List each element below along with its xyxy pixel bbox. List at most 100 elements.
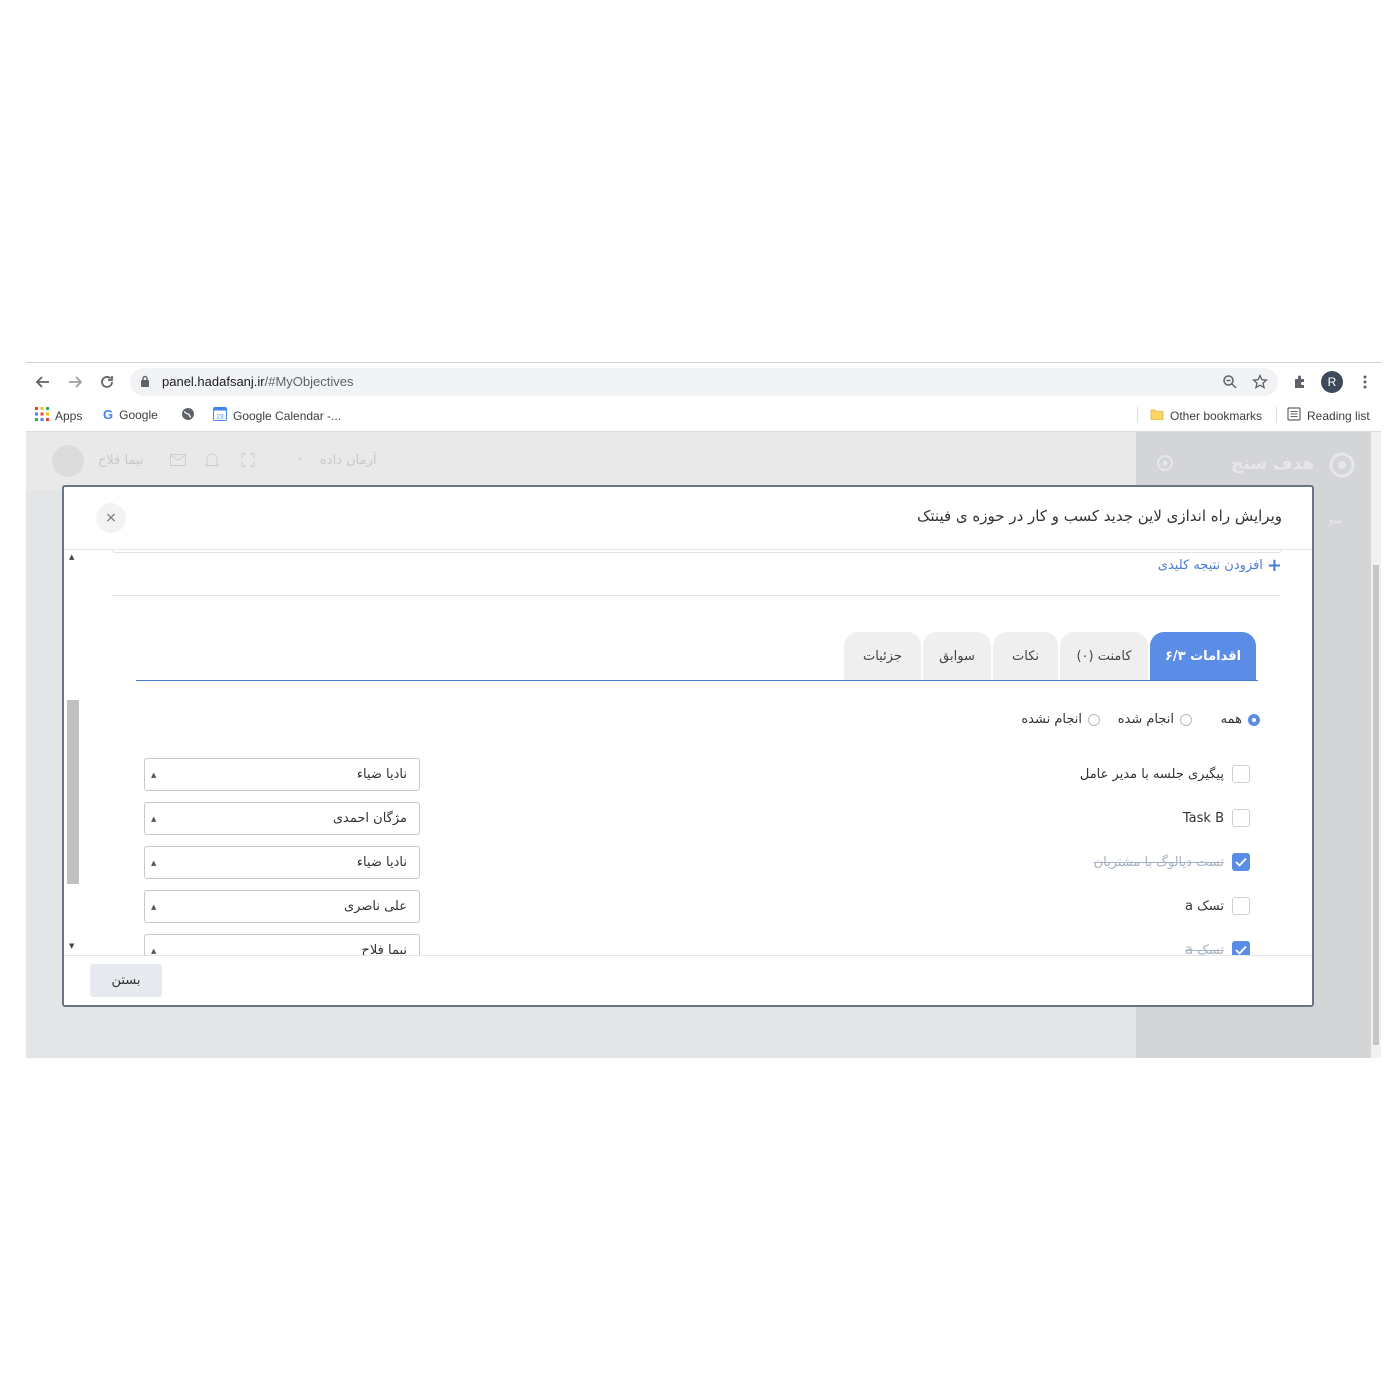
dialog-header: ویرایش راه اندازی لاین جدید کسب و کار در… [64,487,1312,550]
previous-field-edge [112,550,1282,553]
check-icon [1235,945,1247,955]
filter-done[interactable]: انجام شده [1118,712,1192,727]
filter-all-radio[interactable] [1248,713,1260,726]
extensions-icon[interactable] [1289,371,1311,393]
tab-actions[interactable]: اقدامات ۶/۳ [1150,632,1256,680]
task-assignee-select[interactable]: ▲ علی ناصری [144,890,420,923]
assignee-value: نادیا ضیاء [356,855,407,870]
tab-notes-label: نکات [1012,648,1039,664]
bookmarks-separator-2 [1276,407,1277,423]
plus-icon: + [1266,554,1282,576]
dropdown-chevron-icon: ⌄ [296,452,305,463]
edit-objective-dialog: ویرایش راه اندازی لاین جدید کسب و کار در… [62,485,1314,1007]
assignee-value: علی ناصری [344,899,407,914]
close-dialog-button[interactable]: بستن [90,964,162,997]
forward-icon[interactable] [64,371,86,393]
task-checkbox[interactable] [1232,897,1250,915]
task-checkbox[interactable] [1232,853,1250,871]
task-title: Task B [1182,810,1224,826]
tab-history-label: سوابق [939,648,975,664]
bookmark-calendar-label: Google Calendar -... [233,408,342,423]
task-assignee-select[interactable]: ▲ نادیا ضیاء [144,846,420,879]
task-assignee-select[interactable]: ▲ مژگان احمدی [144,802,420,835]
add-key-result-label: افزودن نتیجه کلیدی [1157,558,1263,573]
bookmark-calendar[interactable]: 23 Google Calendar -... [213,407,341,424]
select-arrow-icon: ▲ [151,902,157,911]
browser-menu-icon[interactable] [1354,371,1376,393]
tab-comments[interactable]: کامنت (۰) [1060,632,1148,680]
dialog-title: ویرایش راه اندازی لاین جدید کسب و کار در… [916,507,1282,525]
scroll-down-icon[interactable]: ▼ [69,942,74,950]
star-icon[interactable] [1251,373,1269,394]
add-key-result-link[interactable]: + افزودن نتیجه کلیدی [1157,554,1282,576]
task-row: تست دیالوگ با مشتریان [1094,852,1250,872]
task-title: تسک a [1185,942,1224,956]
page-backdrop: نیما فلاح ⌄ آرمان داده هدف سنج منو ویرای… [26,432,1381,1058]
menu-label: منو [1329,515,1343,526]
apps-grid-icon [35,407,49,424]
folder-icon [1150,407,1164,424]
bookmark-google-label: Google [119,407,158,422]
reading-list[interactable]: Reading list [1287,407,1370,424]
tab-history[interactable]: سوابق [923,632,991,680]
task-row: پیگیری جلسه با مدیر عامل [1080,764,1250,784]
task-row: Task B [1183,808,1250,828]
bookmark-apps[interactable]: Apps [35,407,82,424]
user-avatar[interactable] [52,445,84,477]
tab-actions-label: اقدامات ۶/۳ [1164,648,1242,664]
filter-not-done[interactable]: انجام نشده [1021,712,1100,727]
assignee-value: نیما فلاح [361,943,407,955]
page-scrollbar[interactable] [1371,432,1381,1058]
dialog-body: ▲ ▼ + افزودن نتیجه کلیدی اقدامات ۶/۳ کام… [64,550,1312,955]
google-g-icon: G [103,407,114,422]
bookmark-other[interactable]: Other bookmarks [1150,407,1262,424]
assignee-value: نادیا ضیاء [356,767,407,782]
tab-notes[interactable]: نکات [993,632,1058,680]
task-checkbox[interactable] [1232,941,1250,955]
sidebar-settings-icon[interactable] [1156,454,1174,476]
address-bar[interactable]: panel.hadafsanj.ir/#MyObjectives [130,368,1278,396]
workspace-dropdown[interactable]: آرمان داده [320,453,377,468]
task-checkbox[interactable] [1232,809,1250,827]
mail-icon[interactable] [170,454,186,470]
profile-avatar[interactable]: R [1321,371,1343,393]
logo-text: هدف سنج [1231,454,1315,474]
back-icon[interactable] [32,371,54,393]
page-scrollbar-thumb[interactable] [1373,565,1379,1045]
filter-all-label: همه [1220,712,1242,727]
bookmark-other-label: Other bookmarks [1170,408,1263,423]
zoom-icon[interactable] [1222,374,1238,394]
task-assignee-select[interactable]: ▲ نادیا ضیاء [144,758,420,791]
dialog-scrollbar-thumb[interactable] [67,700,79,884]
app-header: نیما فلاح ⌄ آرمان داده [26,432,1136,490]
task-assignee-select[interactable]: ▲ نیما فلاح [144,934,420,955]
task-checkbox[interactable] [1232,765,1250,783]
assignee-value: مژگان احمدی [332,811,407,826]
tabs-underline [136,680,1258,681]
dialog-scrollbar[interactable]: ▲ ▼ [64,550,82,955]
select-arrow-icon: ▲ [151,770,157,779]
bookmark-globe[interactable] [181,407,195,424]
bookmark-google[interactable]: G Google [103,407,158,422]
dialog-close-button[interactable]: × [96,503,126,533]
bell-icon[interactable] [204,452,220,472]
tab-details[interactable]: جزئیات [844,632,921,680]
dialog-footer: بستن [64,955,1312,1005]
scroll-up-icon[interactable]: ▲ [69,553,74,561]
reading-list-icon [1287,407,1301,424]
task-title: پیگیری جلسه با مدیر عامل [1079,766,1224,782]
user-name: نیما فلاح [98,453,144,468]
reload-icon[interactable] [96,371,118,393]
task-title: تسک a [1185,898,1224,914]
select-arrow-icon: ▲ [151,814,157,823]
browser-toolbar: panel.hadafsanj.ir/#MyObjectives R [26,362,1381,400]
task-title: تست دیالوگ با مشتریان [1093,854,1224,870]
globe-icon [181,407,195,424]
filter-all[interactable]: همه [1221,712,1260,727]
fullscreen-icon[interactable] [241,453,255,471]
filter-done-label: انجام شده [1117,712,1174,727]
logo-icon [1329,452,1355,482]
filter-not-done-radio[interactable] [1088,713,1100,726]
calendar-icon: 23 [213,407,227,424]
filter-done-radio[interactable] [1180,713,1192,726]
